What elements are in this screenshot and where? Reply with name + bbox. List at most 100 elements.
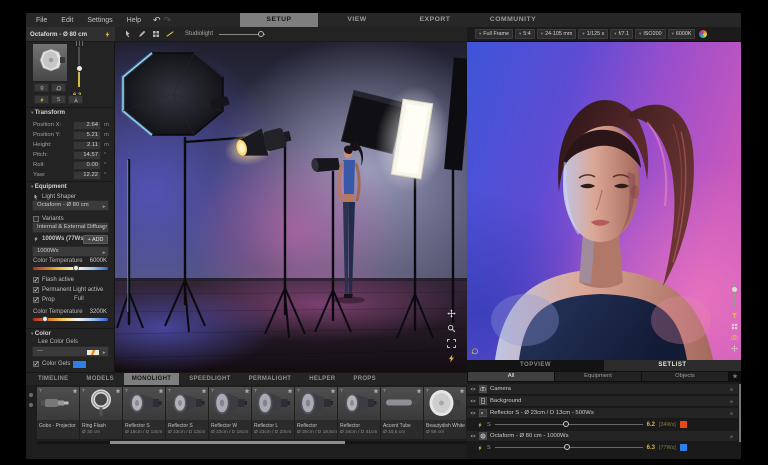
prop-checkbox[interactable] [33, 297, 39, 303]
tab-timeline[interactable]: TIMELINE [30, 373, 76, 386]
row-star-icon[interactable] [729, 387, 734, 392]
diffuser-select[interactable]: Internal & External Diffuser [32, 222, 109, 233]
reflector-power-slider[interactable] [495, 424, 643, 425]
color-gels-row[interactable]: Color Gels [33, 360, 86, 368]
visibility-eye-icon[interactable] [470, 386, 476, 392]
row-star-icon[interactable] [729, 411, 734, 416]
redo-icon[interactable] [164, 15, 172, 25]
tripod-button[interactable] [68, 95, 83, 104]
favorite-star-icon[interactable] [244, 388, 250, 394]
grid-overlay-icon[interactable] [731, 323, 738, 330]
tab-helper[interactable]: HELPER [301, 373, 343, 386]
filter-icon[interactable] [731, 312, 738, 319]
camera-view-viewport[interactable] [467, 42, 741, 360]
move-view-icon[interactable] [731, 345, 738, 352]
equipment-scrollbar-thumb[interactable] [110, 441, 345, 444]
pen-tool-icon[interactable] [138, 30, 146, 38]
select-cursor-icon[interactable] [124, 30, 132, 38]
tab-speedlight[interactable]: SPEEDLIGHT [181, 373, 238, 386]
measure-tool-icon[interactable] [166, 30, 174, 38]
tab-topview[interactable]: TOPVIEW [467, 360, 604, 371]
flash-toggle-button[interactable] [34, 95, 49, 104]
position-y-input[interactable]: 5.21 [73, 131, 101, 140]
filter-objects[interactable]: Objects [642, 372, 728, 381]
undo-icon[interactable] [153, 15, 161, 25]
white-balance-select[interactable]: 6000K [668, 29, 696, 39]
studiolight-slider-knob[interactable] [258, 31, 264, 37]
favorite-star-icon[interactable] [158, 388, 164, 394]
equipment-card-accent-tube[interactable]: Accent TubeØ 10,5 cm [381, 387, 423, 439]
slider-knob[interactable] [564, 444, 570, 450]
fullscreen-icon[interactable] [447, 339, 456, 348]
equipment-section-header[interactable]: Equipment [31, 183, 67, 190]
iso-select[interactable]: ISO200 [635, 29, 666, 39]
equipment-card-ring-flash[interactable]: Ring FlashØ 30 cm [80, 387, 122, 439]
light-shaper-select[interactable]: Octaform - Ø 80 cm [32, 200, 109, 211]
tab-view[interactable]: VIEW [318, 13, 396, 27]
menu-settings[interactable]: Settings [80, 17, 119, 24]
intensity-slider-knob[interactable] [76, 65, 83, 72]
grid-tool-icon[interactable] [152, 30, 160, 38]
rotate-button[interactable] [51, 83, 66, 92]
sync-s-button[interactable]: S [51, 95, 66, 104]
tab-permalight[interactable]: PERMALIGHT [241, 373, 300, 386]
tab-community[interactable]: COMMUNITY [474, 13, 552, 27]
tab-setlist[interactable]: SETLIST [604, 360, 741, 371]
plug-button[interactable] [34, 83, 49, 92]
color-gel-swatch[interactable] [73, 361, 86, 368]
color-section-header[interactable]: Color [31, 330, 51, 337]
equipment-card-reflector-30[interactable]: ReflectorØ 30cm / D 18,5cm [295, 387, 337, 439]
color-temp-knob[interactable] [73, 265, 79, 271]
equipment-card-reflector-l[interactable]: Reflector LØ 23cm / D 23cm [252, 387, 294, 439]
camera-capture-icon[interactable] [731, 334, 738, 341]
lens-select[interactable]: 24-105 mm [537, 29, 577, 39]
flash-active-checkbox[interactable] [33, 277, 39, 283]
octaform-power-slider[interactable] [495, 447, 643, 448]
favorite-star-icon[interactable] [330, 388, 336, 394]
power-select[interactable]: 1000Ws [32, 246, 109, 257]
filter-equipment[interactable]: Equipment [555, 372, 641, 381]
favorite-star-icon[interactable] [416, 388, 422, 394]
setlist-row-octaform[interactable]: Octaform - Ø 80 cm - 1000Ws [467, 431, 738, 442]
intensity-slider[interactable] [78, 47, 80, 87]
setlist-row-reflector[interactable]: Reflector S - Ø 23cm / D 13cm - 500Ws [467, 408, 738, 419]
aspect-ratio-select[interactable]: 5:4 [515, 29, 535, 39]
equipment-card-reflector-s18[interactable]: Reflector SØ 18cm / D 13cm [123, 387, 165, 439]
pitch-input[interactable]: 14.57 [73, 151, 101, 160]
equipment-card-gobo-projector[interactable]: Gobo - Projector [37, 387, 79, 439]
equipment-card-reflector-w[interactable]: Reflector WØ 23cm / D 18cm [209, 387, 251, 439]
add-power-button[interactable]: ADD [83, 235, 108, 244]
yaw-input[interactable]: 12.22 [73, 171, 101, 180]
favorite-star-icon[interactable] [115, 388, 121, 394]
tab-monolight[interactable]: MONOLIGHT [124, 373, 179, 386]
browser-scroll-down-icon[interactable] [29, 403, 33, 407]
prop-value[interactable]: Full [74, 296, 84, 302]
visibility-eye-icon[interactable] [470, 410, 476, 416]
octaform-gel-swatch[interactable] [680, 444, 687, 451]
setlist-row-background[interactable]: Background [467, 396, 738, 407]
setlist-scrollbar[interactable] [739, 384, 742, 442]
shutter-select[interactable]: 1/125 s [578, 29, 608, 39]
favorite-star-icon[interactable] [373, 388, 379, 394]
camera-zoom-slider[interactable] [734, 284, 736, 308]
favorite-star-icon[interactable] [287, 388, 293, 394]
favorite-star-icon[interactable] [459, 388, 465, 394]
reflector-gel-swatch[interactable] [680, 421, 687, 428]
sensor-format-select[interactable]: Full Frame [475, 29, 513, 39]
color-gels-checkbox[interactable] [33, 361, 39, 367]
studio-3d-viewport[interactable] [115, 42, 467, 372]
slider-knob[interactable] [563, 421, 569, 427]
visibility-eye-icon[interactable] [470, 398, 476, 404]
position-x-input[interactable]: 2.64 [73, 121, 101, 130]
color-temp2-slider[interactable] [33, 318, 108, 321]
color-temp2-knob[interactable] [42, 316, 48, 322]
row-star-icon[interactable] [729, 434, 734, 439]
tab-models[interactable]: MODELS [78, 373, 121, 386]
sync-view-icon[interactable] [471, 347, 479, 355]
equipment-card-reflector-34[interactable]: ReflectorØ 34cm / D 41cm [338, 387, 380, 439]
browser-scroll-up-icon[interactable] [29, 393, 33, 397]
studiolight-slider[interactable] [219, 34, 265, 35]
height-input[interactable]: 2.11 [73, 141, 101, 150]
equipment-card-reflector-s23[interactable]: Reflector SØ 23cm / D 13cm [166, 387, 208, 439]
menu-edit[interactable]: Edit [54, 17, 80, 24]
